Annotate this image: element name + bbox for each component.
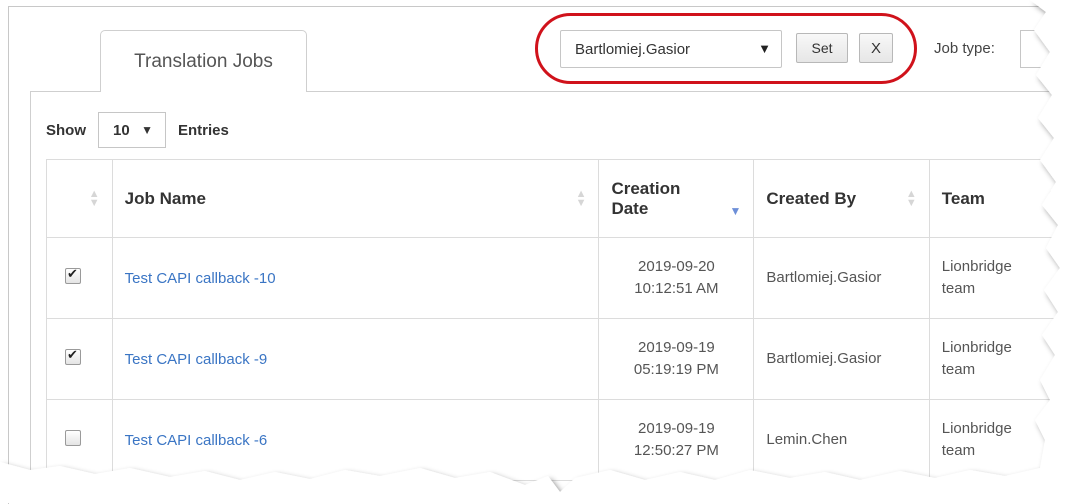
row-select-cell	[46, 399, 113, 481]
header-team[interactable]: Team ▲ ▼	[928, 159, 1069, 238]
sort-icon[interactable]: ▲ ▼	[1045, 189, 1056, 209]
job-name-link[interactable]: Test CAPI callback -6	[125, 432, 268, 449]
header-job-name-label: Job Name	[124, 188, 206, 208]
header-job-name[interactable]: Job Name ▲ ▼	[111, 159, 600, 238]
table-row[interactable]: Test CAPI callback -9 2019-09-19 05:19:1…	[46, 318, 1069, 400]
team-cell: Lionbridge team	[928, 237, 1069, 319]
row-select-cell	[46, 318, 113, 400]
created-by-cell: Lemin.Chen	[753, 399, 930, 481]
sort-icon[interactable]: ▲ ▼	[89, 189, 100, 209]
tab-label: Translation Jobs	[134, 50, 273, 72]
panel-border	[30, 91, 31, 491]
row-checkbox[interactable]	[65, 347, 81, 365]
creation-date: 2019-09-19	[638, 420, 715, 437]
creation-date-cell: 2019-09-19 05:19:19 PM	[598, 318, 755, 400]
header-creation-label-1: Creation	[611, 178, 681, 198]
show-label: Show	[46, 121, 86, 139]
team-suffix: team	[941, 280, 976, 297]
team-name: Lionbridge	[941, 258, 1012, 275]
creation-time: 12:50:27 PM	[633, 442, 719, 459]
header-select[interactable]: ▲ ▼	[46, 159, 113, 238]
sort-icon[interactable]: ▲ ▼	[576, 189, 587, 209]
job-name-link[interactable]: Test CAPI callback -10	[125, 270, 276, 287]
header-team-label: Team	[941, 188, 985, 208]
entries-value: 10	[113, 121, 130, 139]
team-cell: Lionbridge team	[928, 399, 1069, 481]
sort-desc-icon[interactable]: ▼	[729, 204, 741, 218]
row-select-cell	[46, 237, 113, 319]
job-name-cell: Test CAPI callback -6	[111, 399, 600, 481]
team-name: Lionbridge	[941, 339, 1012, 356]
team-suffix: team	[941, 361, 976, 378]
team-name: Lionbridge	[941, 420, 1012, 437]
header-creation-date[interactable]: Creation Date ▼	[598, 159, 755, 238]
tab-translation-jobs[interactable]: Translation Jobs	[100, 30, 307, 92]
sort-icon[interactable]: ▲ ▼	[906, 189, 917, 209]
creation-time: 05:19:19 PM	[633, 361, 719, 378]
created-by-cell: Bartlomiej.Gasior	[753, 237, 930, 319]
header-creation-label-2: Date	[611, 198, 649, 218]
creation-date: 2019-09-19	[638, 339, 715, 356]
entries-select[interactable]: 10 ▼	[98, 112, 166, 148]
table-row[interactable]: Test CAPI callback -6 2019-09-19 12:50:2…	[46, 399, 1069, 481]
job-name-cell: Test CAPI callback -10	[111, 237, 600, 319]
job-type-select[interactable]	[1020, 30, 1069, 68]
jobs-table: ▲ ▼ Job Name ▲ ▼ Creation Date ▼ Created B…	[46, 159, 1069, 481]
team-cell: Lionbridge team	[928, 318, 1069, 400]
header-created-by[interactable]: Created By ▲ ▼	[753, 159, 930, 238]
creation-date-cell: 2019-09-19 12:50:27 PM	[598, 399, 755, 481]
entries-control: Show 10 ▼ Entries	[46, 112, 229, 148]
table-header-row: ▲ ▼ Job Name ▲ ▼ Creation Date ▼ Created B…	[46, 159, 1069, 238]
row-checkbox[interactable]	[65, 430, 81, 446]
creation-date-cell: 2019-09-20 10:12:51 AM	[598, 237, 755, 319]
chevron-down-icon: ▼	[141, 123, 153, 137]
job-type-label: Job type:	[934, 40, 995, 57]
created-by-cell: Bartlomiej.Gasior	[753, 318, 930, 400]
creation-date: 2019-09-20	[638, 258, 715, 275]
entries-label: Entries	[178, 121, 229, 139]
job-name-link[interactable]: Test CAPI callback -9	[125, 351, 268, 368]
table-row[interactable]: Test CAPI callback -10 2019-09-20 10:12:…	[46, 237, 1069, 319]
header-created-by-label: Created By	[766, 188, 857, 208]
row-checkbox[interactable]	[65, 266, 81, 284]
highlight-ellipse	[535, 13, 917, 84]
job-name-cell: Test CAPI callback -9	[111, 318, 600, 400]
creation-time: 10:12:51 AM	[634, 280, 719, 297]
team-suffix: team	[941, 442, 976, 459]
